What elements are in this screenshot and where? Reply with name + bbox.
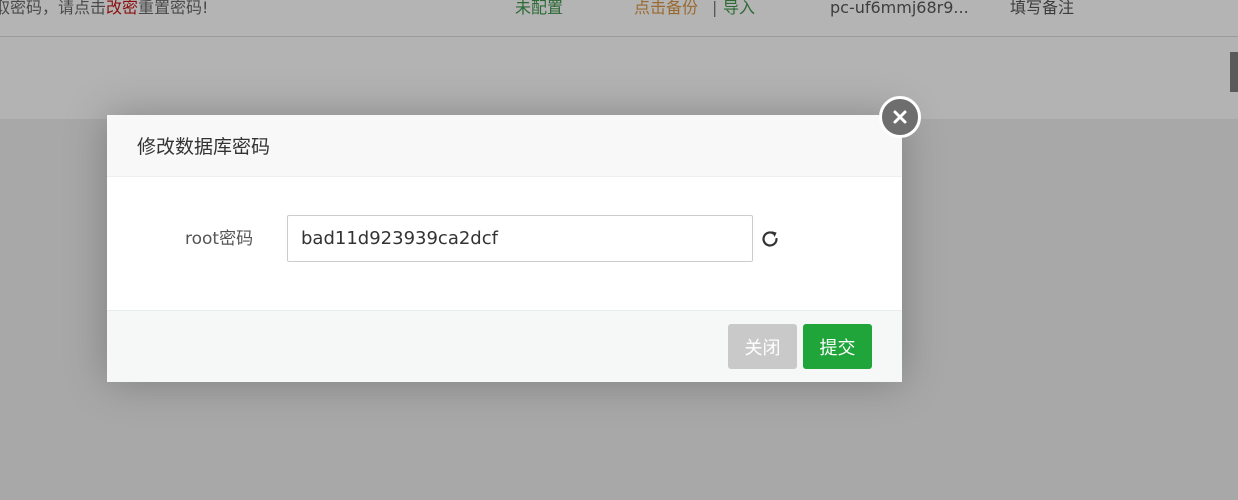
close-icon[interactable] <box>879 96 921 138</box>
dialog-header: 修改数据库密码 <box>107 115 902 177</box>
link-separator: | <box>712 0 718 17</box>
dialog-body: root密码 <box>107 177 902 310</box>
background-table-row: 获取密码，请点击改密重置密码! 未配置 点击备份 | 导入 pc-uf6mmj6… <box>0 0 1238 37</box>
refresh-icon[interactable] <box>759 228 781 250</box>
status-text: 未配置 <box>515 0 564 17</box>
instance-id: pc-uf6mmj68r9... <box>830 0 969 17</box>
scrollbar-thumb[interactable] <box>1230 52 1238 92</box>
background-band <box>0 37 1238 119</box>
backup-link[interactable]: 点击备份 <box>634 0 698 19</box>
submit-button[interactable]: 提交 <box>803 324 872 369</box>
remark-field[interactable]: 填写备注 <box>1010 0 1074 19</box>
change-db-password-dialog: 修改数据库密码 root密码 关闭 提交 <box>107 115 902 382</box>
root-password-input[interactable] <box>287 215 753 262</box>
notice-text: 获取密码，请点击改密重置密码! <box>0 0 209 17</box>
import-link[interactable]: 导入 <box>723 0 755 19</box>
dialog-title: 修改数据库密码 <box>137 136 271 158</box>
close-button[interactable]: 关闭 <box>728 324 797 369</box>
root-password-label: root密码 <box>185 229 254 249</box>
change-password-link[interactable]: 改密 <box>106 0 138 17</box>
dialog-footer: 关闭 提交 <box>107 310 902 382</box>
